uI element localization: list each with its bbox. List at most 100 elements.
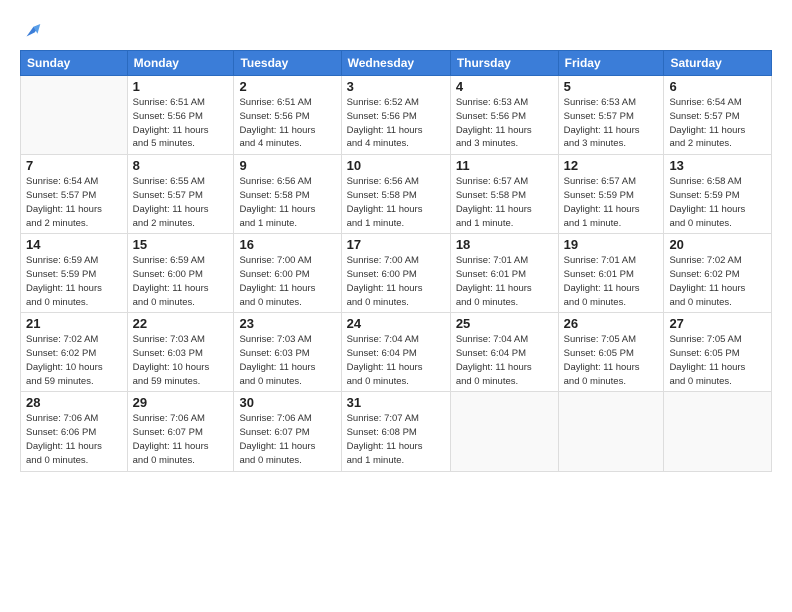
- day-number: 15: [133, 237, 229, 252]
- calendar-day-cell: 12 Sunrise: 6:57 AMSunset: 5:59 PMDayligh…: [558, 155, 664, 234]
- day-number: 13: [669, 158, 766, 173]
- calendar-day-cell: 23Sunrise: 7:03 AMSunset: 6:03 PMDayligh…: [234, 313, 341, 392]
- day-info: Sunrise: 7:00 AMSunset: 6:00 PMDaylight:…: [347, 254, 445, 309]
- header: [20, 18, 772, 42]
- logo-bird-icon: [21, 20, 43, 42]
- calendar-day-cell: 2 Sunrise: 6:51 AMSunset: 5:56 PMDaylight…: [234, 76, 341, 155]
- calendar-day-cell: 19Sunrise: 7:01 AMSunset: 6:01 PMDayligh…: [558, 234, 664, 313]
- day-number: 31: [347, 395, 445, 410]
- logo-text: [20, 18, 43, 42]
- day-info: Sunrise: 7:03 AMSunset: 6:03 PMDaylight:…: [133, 333, 229, 388]
- calendar-day-cell: [21, 76, 128, 155]
- day-info: Sunrise: 6:56 AMSunset: 5:58 PMDaylight:…: [347, 175, 445, 230]
- day-info: Sunrise: 7:02 AMSunset: 6:02 PMDaylight:…: [26, 333, 122, 388]
- day-number: 20: [669, 237, 766, 252]
- day-info: Sunrise: 6:55 AMSunset: 5:57 PMDaylight:…: [133, 175, 229, 230]
- calendar-day-cell: 15Sunrise: 6:59 AMSunset: 6:00 PMDayligh…: [127, 234, 234, 313]
- calendar-day-cell: 5 Sunrise: 6:53 AMSunset: 5:57 PMDaylight…: [558, 76, 664, 155]
- day-info: Sunrise: 7:07 AMSunset: 6:08 PMDaylight:…: [347, 412, 445, 467]
- day-info: Sunrise: 6:54 AMSunset: 5:57 PMDaylight:…: [669, 96, 766, 151]
- day-info: Sunrise: 7:04 AMSunset: 6:04 PMDaylight:…: [456, 333, 553, 388]
- day-number: 6: [669, 79, 766, 94]
- day-info: Sunrise: 7:01 AMSunset: 6:01 PMDaylight:…: [456, 254, 553, 309]
- day-info: Sunrise: 7:06 AMSunset: 6:07 PMDaylight:…: [239, 412, 335, 467]
- day-number: 27: [669, 316, 766, 331]
- day-info: Sunrise: 6:57 AMSunset: 5:59 PMDaylight:…: [564, 175, 659, 230]
- day-info: Sunrise: 7:04 AMSunset: 6:04 PMDaylight:…: [347, 333, 445, 388]
- day-number: 1: [133, 79, 229, 94]
- calendar-day-header: Monday: [127, 51, 234, 76]
- day-info: Sunrise: 6:58 AMSunset: 5:59 PMDaylight:…: [669, 175, 766, 230]
- calendar-table: SundayMondayTuesdayWednesdayThursdayFrid…: [20, 50, 772, 471]
- day-info: Sunrise: 7:00 AMSunset: 6:00 PMDaylight:…: [239, 254, 335, 309]
- day-number: 10: [347, 158, 445, 173]
- day-info: Sunrise: 7:06 AMSunset: 6:07 PMDaylight:…: [133, 412, 229, 467]
- calendar-day-cell: 25 Sunrise: 7:04 AMSunset: 6:04 PMDayligh…: [450, 313, 558, 392]
- calendar-week-row: 28Sunrise: 7:06 AMSunset: 6:06 PMDayligh…: [21, 392, 772, 471]
- calendar-day-cell: 21 Sunrise: 7:02 AMSunset: 6:02 PMDayligh…: [21, 313, 128, 392]
- calendar-day-cell: 11Sunrise: 6:57 AMSunset: 5:58 PMDayligh…: [450, 155, 558, 234]
- calendar-day-header: Thursday: [450, 51, 558, 76]
- day-number: 3: [347, 79, 445, 94]
- day-number: 17: [347, 237, 445, 252]
- calendar-day-header: Tuesday: [234, 51, 341, 76]
- calendar-day-cell: [450, 392, 558, 471]
- day-number: 19: [564, 237, 659, 252]
- calendar-day-cell: 28Sunrise: 7:06 AMSunset: 6:06 PMDayligh…: [21, 392, 128, 471]
- day-number: 22: [133, 316, 229, 331]
- day-number: 8: [133, 158, 229, 173]
- calendar-day-cell: [558, 392, 664, 471]
- day-number: 25: [456, 316, 553, 331]
- day-info: Sunrise: 7:05 AMSunset: 6:05 PMDaylight:…: [669, 333, 766, 388]
- day-info: Sunrise: 6:52 AMSunset: 5:56 PMDaylight:…: [347, 96, 445, 151]
- day-number: 4: [456, 79, 553, 94]
- day-info: Sunrise: 6:53 AMSunset: 5:57 PMDaylight:…: [564, 96, 659, 151]
- day-number: 18: [456, 237, 553, 252]
- calendar-week-row: 14Sunrise: 6:59 AMSunset: 5:59 PMDayligh…: [21, 234, 772, 313]
- day-number: 11: [456, 158, 553, 173]
- day-info: Sunrise: 7:02 AMSunset: 6:02 PMDaylight:…: [669, 254, 766, 309]
- calendar-week-row: 7Sunrise: 6:54 AMSunset: 5:57 PMDaylight…: [21, 155, 772, 234]
- day-number: 5: [564, 79, 659, 94]
- calendar-day-cell: 16Sunrise: 7:00 AMSunset: 6:00 PMDayligh…: [234, 234, 341, 313]
- day-number: 24: [347, 316, 445, 331]
- calendar-day-cell: 3 Sunrise: 6:52 AMSunset: 5:56 PMDaylight…: [341, 76, 450, 155]
- calendar-day-cell: [664, 392, 772, 471]
- calendar-day-cell: 20 Sunrise: 7:02 AMSunset: 6:02 PMDayligh…: [664, 234, 772, 313]
- logo: [20, 18, 43, 42]
- calendar-day-header: Sunday: [21, 51, 128, 76]
- calendar-day-cell: 22 Sunrise: 7:03 AMSunset: 6:03 PMDayligh…: [127, 313, 234, 392]
- day-number: 12: [564, 158, 659, 173]
- day-info: Sunrise: 6:51 AMSunset: 5:56 PMDaylight:…: [133, 96, 229, 151]
- day-number: 30: [239, 395, 335, 410]
- calendar-day-header: Wednesday: [341, 51, 450, 76]
- calendar-day-cell: 8 Sunrise: 6:55 AMSunset: 5:57 PMDaylight…: [127, 155, 234, 234]
- calendar-week-row: 1 Sunrise: 6:51 AMSunset: 5:56 PMDaylight…: [21, 76, 772, 155]
- day-number: 14: [26, 237, 122, 252]
- calendar-day-cell: 24 Sunrise: 7:04 AMSunset: 6:04 PMDayligh…: [341, 313, 450, 392]
- day-number: 29: [133, 395, 229, 410]
- day-info: Sunrise: 6:56 AMSunset: 5:58 PMDaylight:…: [239, 175, 335, 230]
- day-number: 28: [26, 395, 122, 410]
- calendar-day-cell: 27 Sunrise: 7:05 AMSunset: 6:05 PMDayligh…: [664, 313, 772, 392]
- day-number: 21: [26, 316, 122, 331]
- calendar-day-cell: 14Sunrise: 6:59 AMSunset: 5:59 PMDayligh…: [21, 234, 128, 313]
- day-number: 26: [564, 316, 659, 331]
- day-number: 7: [26, 158, 122, 173]
- day-info: Sunrise: 6:53 AMSunset: 5:56 PMDaylight:…: [456, 96, 553, 151]
- calendar-day-cell: 26 Sunrise: 7:05 AMSunset: 6:05 PMDayligh…: [558, 313, 664, 392]
- calendar-day-cell: 4 Sunrise: 6:53 AMSunset: 5:56 PMDaylight…: [450, 76, 558, 155]
- calendar-day-cell: 31 Sunrise: 7:07 AMSunset: 6:08 PMDayligh…: [341, 392, 450, 471]
- calendar-day-cell: 9Sunrise: 6:56 AMSunset: 5:58 PMDaylight…: [234, 155, 341, 234]
- day-info: Sunrise: 7:03 AMSunset: 6:03 PMDaylight:…: [239, 333, 335, 388]
- calendar-day-cell: 13 Sunrise: 6:58 AMSunset: 5:59 PMDayligh…: [664, 155, 772, 234]
- calendar-week-row: 21 Sunrise: 7:02 AMSunset: 6:02 PMDayligh…: [21, 313, 772, 392]
- page: SundayMondayTuesdayWednesdayThursdayFrid…: [0, 0, 792, 482]
- calendar-day-cell: 29 Sunrise: 7:06 AMSunset: 6:07 PMDayligh…: [127, 392, 234, 471]
- day-number: 2: [239, 79, 335, 94]
- calendar-header-row: SundayMondayTuesdayWednesdayThursdayFrid…: [21, 51, 772, 76]
- day-info: Sunrise: 6:51 AMSunset: 5:56 PMDaylight:…: [239, 96, 335, 151]
- calendar-day-cell: 6 Sunrise: 6:54 AMSunset: 5:57 PMDaylight…: [664, 76, 772, 155]
- day-info: Sunrise: 7:05 AMSunset: 6:05 PMDaylight:…: [564, 333, 659, 388]
- calendar-day-cell: 10 Sunrise: 6:56 AMSunset: 5:58 PMDayligh…: [341, 155, 450, 234]
